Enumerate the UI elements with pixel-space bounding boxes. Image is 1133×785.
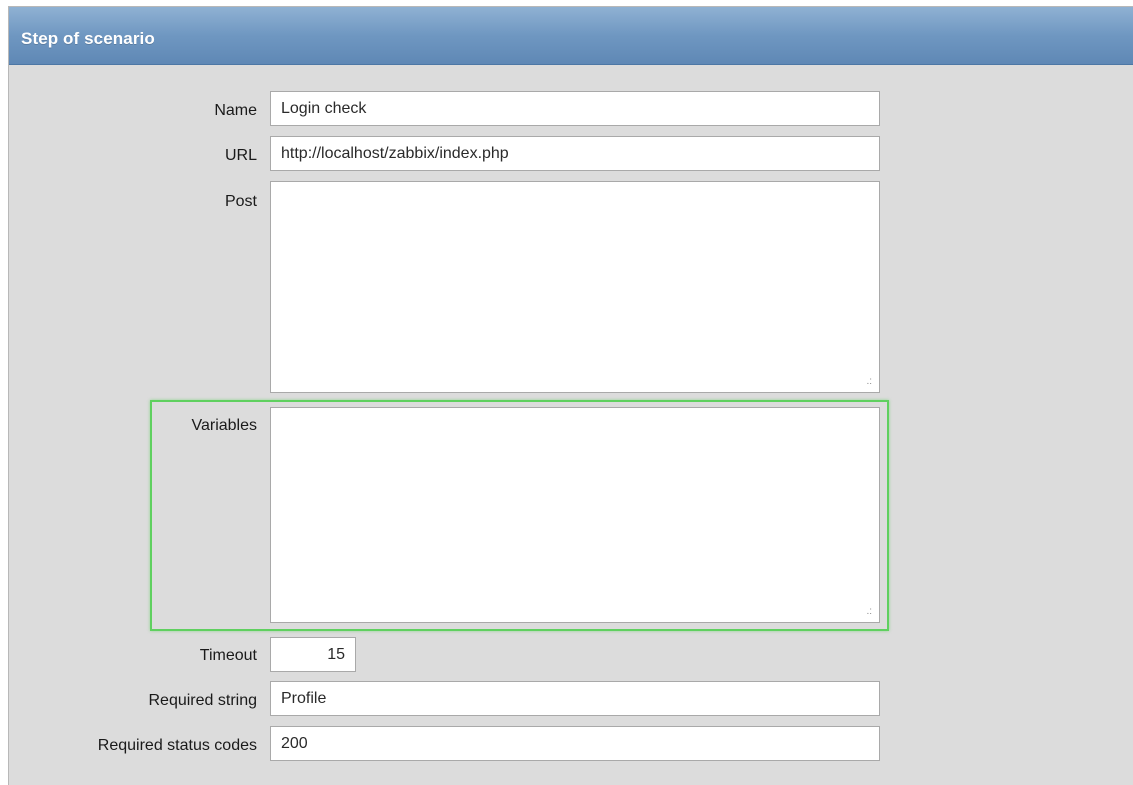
required-status-codes-input[interactable]: 200: [270, 726, 880, 761]
name-label: Name: [214, 102, 257, 119]
name-input[interactable]: Login check: [270, 91, 880, 126]
dialog-title: Step of scenario: [21, 29, 155, 48]
step-of-scenario-dialog: Step of scenario Name Login check URL ht…: [8, 6, 1133, 785]
required-string-label: Required string: [148, 692, 258, 709]
timeout-input[interactable]: 15: [270, 637, 356, 672]
variables-label: Variables: [191, 417, 257, 434]
url-input[interactable]: http://localhost/zabbix/index.php: [270, 136, 880, 171]
post-textarea[interactable]: .:: [270, 181, 880, 393]
variables-textarea[interactable]: .:: [270, 407, 880, 623]
timeout-label: Timeout: [199, 647, 257, 664]
post-label: Post: [224, 193, 257, 210]
required-string-input[interactable]: Profile: [270, 681, 880, 716]
resize-grip-icon[interactable]: .:: [866, 607, 872, 617]
resize-grip-icon[interactable]: .:: [866, 377, 872, 387]
dialog-titlebar: Step of scenario: [9, 7, 1133, 65]
required-status-codes-label: Required status codes: [97, 737, 257, 754]
url-label: URL: [224, 147, 257, 164]
